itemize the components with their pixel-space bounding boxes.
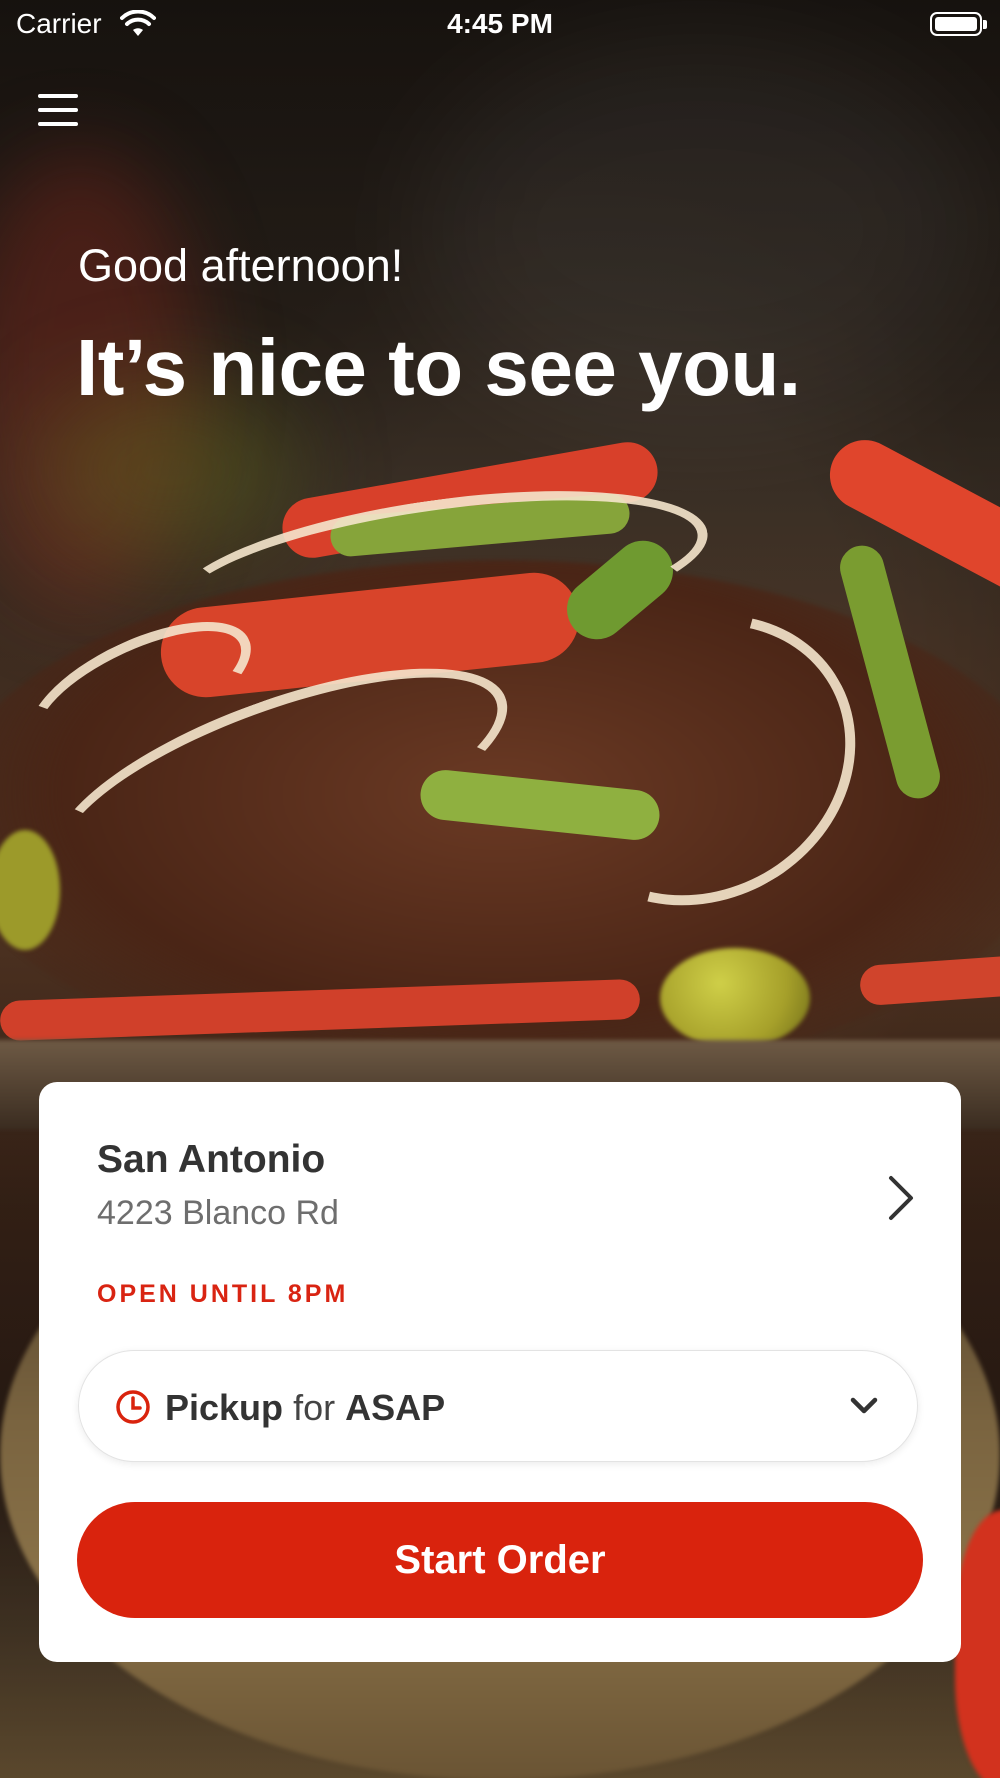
chevron-right-icon bbox=[889, 1176, 913, 1220]
status-time: 4:45 PM bbox=[447, 8, 553, 39]
start-order-button[interactable]: Start Order bbox=[77, 1502, 923, 1618]
order-time: ASAP bbox=[345, 1387, 446, 1428]
clock-icon bbox=[116, 1390, 150, 1424]
order-card: San Antonio 4223 Blanco Rd OPEN UNTIL 8P… bbox=[39, 1082, 961, 1662]
location-address: 4223 Blanco Rd bbox=[97, 1194, 339, 1232]
headline-text: It’s nice to see you. bbox=[76, 323, 801, 412]
order-mode: Pickup bbox=[165, 1387, 284, 1428]
hours-status: OPEN UNTIL 8PM bbox=[97, 1280, 349, 1308]
location-name: San Antonio bbox=[97, 1138, 326, 1181]
menu-icon[interactable] bbox=[38, 94, 78, 128]
order-type-dropdown[interactable]: Pickup for ASAP bbox=[78, 1350, 918, 1462]
order-type-text: Pickup for ASAP bbox=[165, 1387, 445, 1429]
status-bar: Carrier 4:45 PM bbox=[0, 0, 1000, 50]
order-connector: for bbox=[293, 1387, 336, 1428]
location-selector[interactable]: San Antonio 4223 Blanco Rd bbox=[97, 1138, 917, 1248]
greeting-text: Good afternoon! bbox=[78, 240, 404, 291]
battery-icon bbox=[930, 12, 987, 36]
chevron-down-icon bbox=[850, 1397, 878, 1414]
